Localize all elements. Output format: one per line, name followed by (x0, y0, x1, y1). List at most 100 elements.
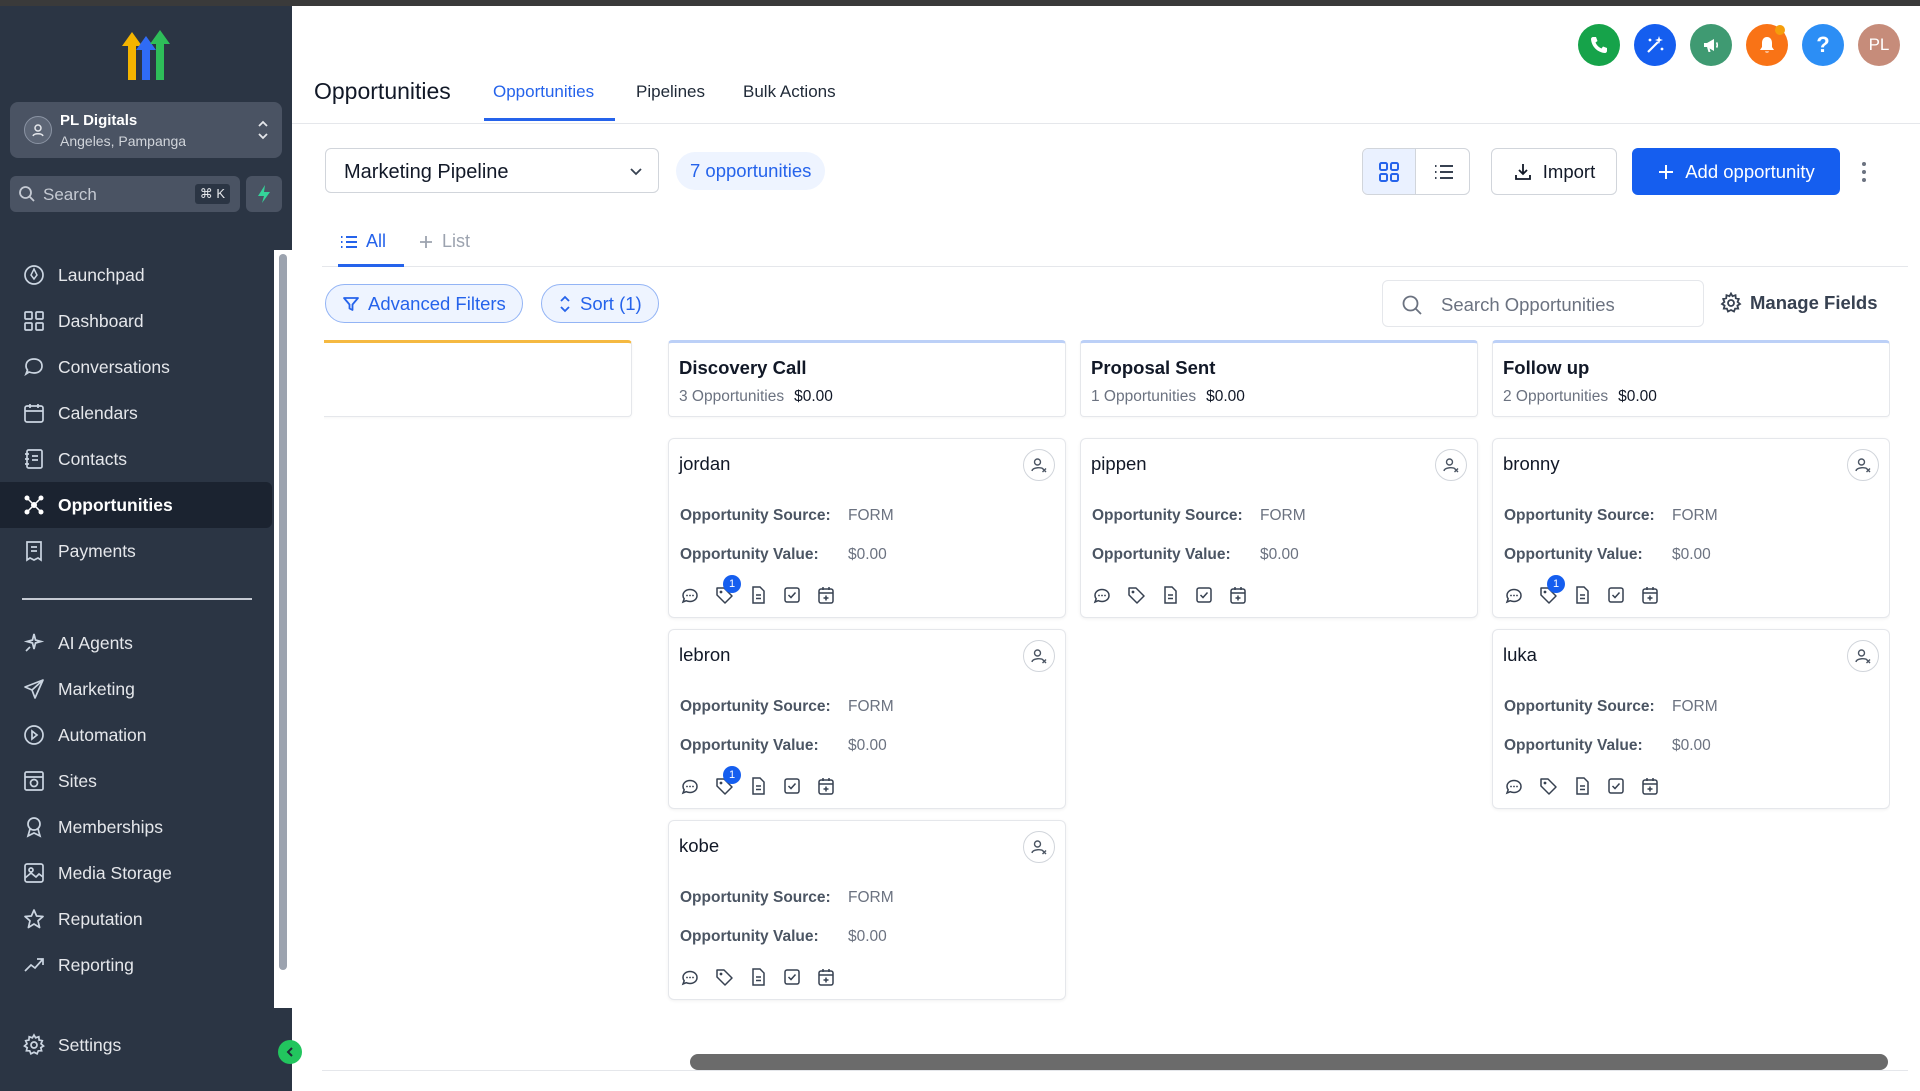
sidebar-item-settings[interactable]: Settings (0, 1022, 272, 1068)
opportunity-card[interactable]: kobe Opportunity Source: FORM Opportunity V… (668, 820, 1066, 1000)
opportunity-card[interactable]: pippen Opportunity Source: FORM Opportunity… (1080, 438, 1478, 618)
sidebar-item-calendars[interactable]: Calendars (0, 390, 272, 436)
opportunity-name[interactable]: pippen (1091, 453, 1147, 475)
board-view-button[interactable] (1363, 149, 1416, 194)
add-opportunity-button[interactable]: Add opportunity (1632, 148, 1840, 195)
opportunity-name[interactable]: kobe (679, 835, 719, 857)
quick-action-button[interactable] (246, 176, 282, 212)
more-options-icon[interactable] (1860, 160, 1868, 184)
sidebar-item-sites[interactable]: Sites (0, 758, 272, 804)
sort-button[interactable]: Sort (1) (541, 284, 659, 323)
sidebar-search[interactable]: Search ⌘ K (10, 176, 240, 212)
sidebar-item-memberships[interactable]: Memberships (0, 804, 272, 850)
message-button[interactable] (679, 966, 701, 988)
sidebar-item-ai-agents[interactable]: AI Agents (0, 620, 272, 666)
message-button[interactable] (1503, 584, 1525, 606)
note-button[interactable] (1159, 584, 1181, 606)
tag-button[interactable]: 1 (1537, 575, 1565, 606)
appointment-button[interactable] (815, 584, 837, 606)
opportunity-card[interactable]: lebron Opportunity Source: FORM Opportunity… (668, 629, 1066, 809)
view-tab-all[interactable]: All (340, 231, 386, 252)
import-button[interactable]: Import (1491, 148, 1617, 195)
sidebar-item-contacts[interactable]: Contacts (0, 436, 272, 482)
sidebar-item-reporting[interactable]: Reporting (0, 942, 272, 988)
search-opportunities-input[interactable]: Search Opportunities (1382, 280, 1704, 327)
sidebar-scroll-thumb[interactable] (279, 254, 287, 970)
task-button[interactable] (781, 966, 803, 988)
appointment-button[interactable] (1227, 584, 1249, 606)
tab-pipelines[interactable]: Pipelines (636, 82, 705, 102)
user-avatar[interactable]: PL (1858, 24, 1900, 66)
task-button[interactable] (1605, 584, 1627, 606)
list-view-button[interactable] (1417, 149, 1469, 194)
assign-user-button[interactable] (1023, 640, 1055, 672)
sidebar-item-label: Contacts (58, 448, 128, 469)
sidebar-item-dashboard[interactable]: Dashboard (0, 298, 272, 344)
opportunity-name[interactable]: jordan (679, 453, 730, 475)
task-button[interactable] (781, 775, 803, 797)
opportunity-card[interactable]: bronny Opportunity Source: FORM Opportunity… (1492, 438, 1890, 618)
app-logo[interactable] (118, 28, 174, 82)
sidebar-item-automation[interactable]: Automation (0, 712, 272, 758)
assign-user-button[interactable] (1023, 449, 1055, 481)
assign-user-button[interactable] (1023, 831, 1055, 863)
task-icon (1608, 778, 1624, 794)
message-button[interactable] (679, 584, 701, 606)
collapse-sidebar-button[interactable] (278, 1040, 302, 1064)
assign-user-button[interactable] (1847, 449, 1879, 481)
note-button[interactable] (1571, 775, 1593, 797)
ai-assistant-button[interactable] (1634, 24, 1676, 66)
notifications-button[interactable] (1746, 24, 1788, 66)
message-button[interactable] (1091, 584, 1113, 606)
task-button[interactable] (781, 584, 803, 606)
add-view-list[interactable]: List (418, 231, 470, 252)
sidebar-item-conversations[interactable]: Conversations (0, 344, 272, 390)
pipeline-select[interactable]: Marketing Pipeline (325, 148, 659, 193)
search-icon (19, 186, 35, 202)
account-switcher[interactable]: PL Digitals Angeles, Pampanga (10, 102, 282, 158)
message-button[interactable] (1503, 775, 1525, 797)
board-horizontal-scrollbar[interactable] (690, 1054, 1888, 1070)
opportunity-name[interactable]: lebron (679, 644, 730, 666)
tag-button[interactable] (1125, 584, 1147, 606)
appointment-button[interactable] (815, 775, 837, 797)
opportunity-card[interactable]: luka Opportunity Source: FORM Opportunity V… (1492, 629, 1890, 809)
opportunity-card[interactable]: jordan Opportunity Source: FORM Opportunity… (668, 438, 1066, 618)
assign-user-button[interactable] (1847, 640, 1879, 672)
opportunity-value-row: Opportunity Value: $0.00 (1504, 737, 1711, 755)
sidebar-item-payments[interactable]: Payments (0, 528, 272, 574)
sidebar-item-media-storage[interactable]: Media Storage (0, 850, 272, 896)
note-button[interactable] (747, 584, 769, 606)
task-button[interactable] (1193, 584, 1215, 606)
tag-button[interactable]: 1 (713, 575, 741, 606)
appointment-button[interactable] (1639, 584, 1661, 606)
message-button[interactable] (679, 775, 701, 797)
announcements-button[interactable] (1690, 24, 1732, 66)
tab-bulk-actions[interactable]: Bulk Actions (743, 82, 836, 102)
note-button[interactable] (747, 775, 769, 797)
sidebar-item-marketing[interactable]: Marketing (0, 666, 272, 712)
sidebar-scrollbar[interactable] (274, 250, 292, 1008)
opportunity-name[interactable]: luka (1503, 644, 1537, 666)
note-button[interactable] (747, 966, 769, 988)
tag-button[interactable]: 1 (713, 766, 741, 797)
tab-opportunities[interactable]: Opportunities (493, 82, 594, 102)
advanced-filters-button[interactable]: Advanced Filters (325, 284, 523, 323)
sidebar-item-opportunities[interactable]: Opportunities (0, 482, 272, 528)
help-button[interactable]: ? (1802, 24, 1844, 66)
assign-user-button[interactable] (1435, 449, 1467, 481)
phone-button[interactable] (1578, 24, 1620, 66)
tag-button[interactable] (713, 966, 735, 988)
tag-button[interactable] (1537, 775, 1559, 797)
note-button[interactable] (1571, 584, 1593, 606)
opportunity-name[interactable]: bronny (1503, 453, 1560, 475)
manage-fields-button[interactable]: Manage Fields (1720, 292, 1877, 314)
sidebar-item-launchpad[interactable]: Launchpad (0, 252, 272, 298)
tag-count-badge: 1 (1547, 575, 1565, 593)
saved-views-tabs: All List (322, 225, 1908, 267)
appointment-button[interactable] (815, 966, 837, 988)
sidebar-item-reputation[interactable]: Reputation (0, 896, 272, 942)
card-actions: 1 (679, 575, 837, 606)
appointment-button[interactable] (1639, 775, 1661, 797)
task-button[interactable] (1605, 775, 1627, 797)
